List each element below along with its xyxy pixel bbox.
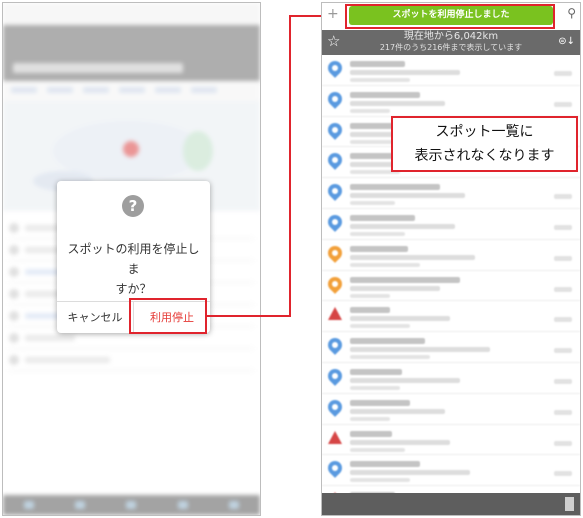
spot-list-item[interactable] — [322, 55, 580, 86]
spot-list-item[interactable] — [322, 363, 580, 394]
sort-icon[interactable]: ⊜↓ — [558, 36, 575, 48]
map-pin-icon — [325, 242, 345, 263]
distance-range: 現在地から6,042km — [403, 31, 499, 42]
stop-button-highlight — [129, 298, 207, 334]
dialog-message-line1: スポットの利用を停止しま — [67, 242, 200, 276]
spot-list-item[interactable] — [322, 455, 580, 487]
spot-list-item[interactable] — [322, 301, 580, 333]
spot-list-item[interactable] — [322, 86, 580, 117]
map-pin-icon — [325, 212, 345, 232]
spot-list-item[interactable] — [322, 178, 580, 209]
cancel-button[interactable]: キャンセル — [57, 302, 133, 333]
result-count: 217件のうち216件まで表示しています — [379, 43, 523, 52]
toast-highlight — [345, 4, 555, 29]
map-pin-icon — [328, 430, 342, 444]
spot-list-item[interactable] — [322, 209, 580, 240]
map-pin-icon — [325, 458, 345, 479]
right-phone-screen: + スポットを利用停止しました ⚲ ☆ 現在地から6,042km 217件のうち… — [321, 2, 581, 516]
spot-list-item[interactable] — [322, 425, 580, 456]
spot-list-item[interactable] — [322, 486, 580, 493]
map-pin-icon — [328, 307, 342, 321]
left-phone-screen: ? スポットの利用を停止しま すか？ キャンセル 利用停止 — [2, 2, 261, 516]
map-pin-icon — [325, 88, 345, 109]
spot-list-item[interactable] — [322, 394, 580, 425]
search-icon[interactable]: ⚲ — [567, 7, 576, 19]
map-pin-icon — [325, 335, 345, 356]
list-header: ☆ 現在地から6,042km 217件のうち216件まで表示しています ⊜↓ — [322, 30, 580, 55]
dialog-message-line2: すか？ — [115, 282, 152, 296]
map-pin-icon — [325, 273, 345, 294]
star-icon[interactable]: ☆ — [327, 34, 340, 49]
add-icon[interactable]: + — [327, 7, 339, 21]
callout-box: スポット一覧に 表示されなくなります — [391, 116, 578, 172]
callout-line1: スポット一覧に — [435, 124, 534, 140]
map-pin-icon — [325, 366, 345, 386]
dialog-message: スポットの利用を停止しま すか？ — [63, 239, 204, 299]
spot-list-item[interactable] — [322, 240, 580, 271]
scroll-indicator — [565, 497, 574, 511]
callout-line2: 表示されなくなります — [414, 148, 555, 164]
map-pin-icon — [325, 181, 345, 202]
map-pin-icon — [325, 58, 345, 78]
question-circle-icon: ? — [122, 195, 144, 217]
map-pin-icon — [325, 396, 345, 417]
map-pin-icon — [325, 119, 345, 140]
spot-list-item[interactable] — [322, 332, 580, 363]
bottom-bar — [322, 493, 580, 515]
spot-list-item[interactable] — [322, 271, 580, 302]
map-pin-icon — [325, 150, 345, 171]
